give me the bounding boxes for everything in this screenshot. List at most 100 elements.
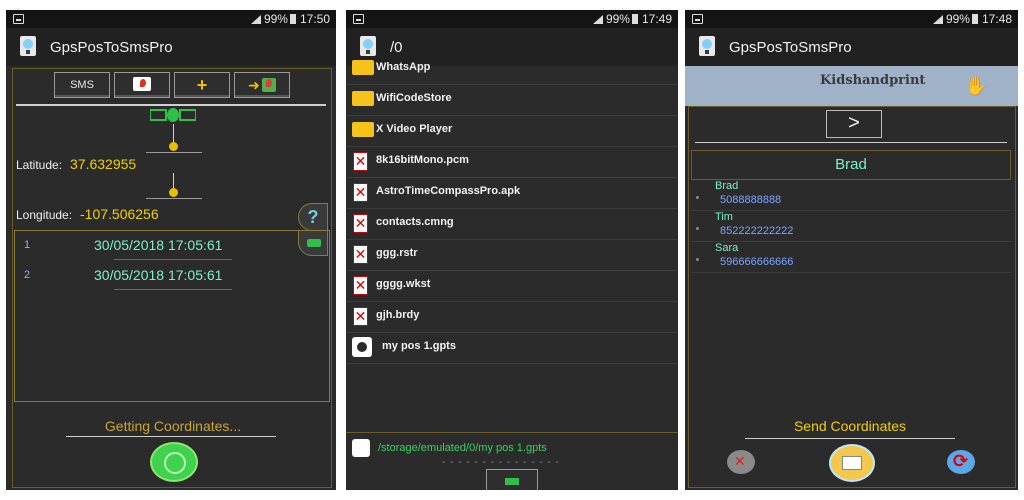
file-row[interactable]: ✕ contacts.cmng	[346, 209, 678, 240]
battery-icon	[631, 14, 638, 24]
bullet	[696, 227, 699, 230]
row-divider	[691, 272, 1011, 273]
contact-name[interactable]: Brad	[715, 180, 738, 192]
send-coordinates-label[interactable]: Send Coordinates	[745, 418, 955, 434]
file-name: my pos 1.gpts	[382, 340, 456, 352]
save-button[interactable]	[486, 469, 538, 490]
bullet	[696, 258, 699, 261]
file-x-icon: ✕	[353, 152, 368, 171]
contact-name[interactable]: Tim	[715, 211, 733, 223]
file-row[interactable]: ✕ AstroTimeCompassPro.apk	[346, 178, 678, 209]
folder-icon	[352, 60, 374, 75]
row-divider	[691, 210, 1011, 211]
file-x-icon: ✕	[353, 307, 368, 326]
save-history-button[interactable]	[298, 230, 328, 256]
file-list: WhatsApp WifiCodeStore X Video Player ✕ 8…	[346, 60, 678, 432]
file-name: gjh.brdy	[376, 309, 420, 321]
row-divider	[691, 241, 1011, 242]
contact-number[interactable]: 5088888888	[720, 194, 781, 206]
status-bar: 99% 17:50	[6, 10, 336, 28]
screen-contacts: 99% 17:48 GpsPosToSmsPro Kidshandprint ✋ …	[685, 10, 1018, 490]
contact-number[interactable]: 852222222222	[720, 225, 793, 237]
screen-file-browser: 99% 17:49 /0 WhatsApp WifiCodeStore X Vid…	[346, 10, 678, 490]
map-pin-icon	[133, 77, 151, 91]
history-time[interactable]: 30/05/2018 17:05:61	[94, 237, 222, 253]
file-row[interactable]: X Video Player	[346, 116, 678, 147]
battery-icon	[289, 14, 296, 24]
file-row[interactable]: ✕ 8k16bitMono.pcm	[346, 147, 678, 178]
app-logo-icon	[699, 36, 715, 56]
selected-path: /storage/emulated/0/my pos 1.gpts	[378, 442, 547, 454]
screen-gps-position: 99% 17:50 GpsPosToSmsPro SMS + ➜ Latitude…	[6, 10, 336, 490]
hand-icon: ✋	[965, 76, 988, 96]
help-button[interactable]: ?	[298, 203, 328, 231]
gps-dot-icon	[169, 142, 178, 151]
latitude-label: Latitude:	[16, 158, 63, 172]
file-x-icon: ✕	[353, 276, 368, 295]
signal-icon	[250, 15, 261, 24]
next-button[interactable]: >	[826, 110, 882, 138]
divider	[146, 198, 202, 199]
file-name: WhatsApp	[376, 61, 431, 73]
app-title: GpsPosToSmsPro	[729, 39, 852, 56]
history-time[interactable]: 30/05/2018 17:05:61	[94, 267, 222, 283]
signal-icon	[592, 15, 603, 24]
file-name: gggg.wkst	[376, 278, 431, 290]
add-button[interactable]: +	[174, 72, 230, 98]
app-logo-icon	[20, 36, 36, 56]
open-maps-button[interactable]: ➜	[234, 72, 290, 98]
file-name: ggg.rstr	[376, 247, 418, 259]
status-underline	[66, 436, 276, 437]
file-name: 8k16bitMono.pcm	[376, 154, 469, 166]
divider	[695, 142, 1007, 143]
save-icon	[307, 239, 321, 247]
screenshot-icon	[692, 14, 703, 24]
gpts-file-icon	[352, 337, 372, 357]
file-row[interactable]: ✕ gjh.brdy	[346, 302, 678, 333]
file-name: X Video Player	[376, 123, 453, 135]
screenshot-icon	[13, 14, 24, 24]
satellite-icon	[150, 108, 196, 122]
gps-dot-icon	[169, 188, 178, 197]
file-row[interactable]: my pos 1.gpts	[346, 333, 678, 364]
app-logo-icon	[360, 36, 376, 56]
contact-name[interactable]: Sara	[715, 242, 738, 254]
banner-text: Kidshandprint	[820, 73, 926, 88]
map-pin-button[interactable]	[114, 72, 170, 98]
history-index: 2	[24, 269, 31, 281]
screenshot-icon	[353, 14, 364, 24]
file-row[interactable]: WifiCodeStore	[346, 85, 678, 116]
file-row[interactable]: WhatsApp	[346, 54, 678, 85]
clock: 17:49	[641, 12, 672, 26]
longitude-label: Longitude:	[16, 208, 73, 222]
history-index: 1	[24, 239, 31, 251]
latitude-value: 37.632955	[70, 156, 137, 172]
file-name: AstroTimeCompassPro.apk	[376, 185, 521, 197]
battery-icon	[971, 14, 978, 24]
gpts-file-icon	[352, 439, 370, 457]
send-mail-button[interactable]	[829, 444, 875, 482]
status-bar: 99% 17:48	[685, 10, 1018, 28]
file-name: contacts.cmng	[376, 216, 454, 228]
battery-percent: 99%	[605, 12, 630, 26]
cancel-button[interactable]	[727, 450, 755, 474]
selected-contact: Brad	[691, 150, 1011, 180]
sms-button[interactable]: SMS	[54, 72, 110, 98]
app-bar: GpsPosToSmsPro	[6, 28, 336, 66]
ad-banner[interactable]: Kidshandprint ✋	[685, 66, 1018, 106]
battery-percent: 99%	[263, 12, 288, 26]
arrow-right-icon: ➜	[248, 77, 260, 93]
divider	[146, 152, 202, 153]
folder-icon	[352, 91, 374, 106]
longitude-value: -107.506256	[80, 206, 159, 222]
status-text: Getting Coordinates...	[104, 418, 242, 434]
bullet	[696, 196, 699, 199]
gps-locate-button[interactable]	[150, 442, 198, 482]
file-row[interactable]: ✕ gggg.wkst	[346, 271, 678, 302]
contact-number[interactable]: 596666666666	[720, 256, 793, 268]
refresh-button[interactable]	[947, 450, 975, 474]
file-x-icon: ✕	[353, 214, 368, 233]
file-x-icon: ✕	[353, 183, 368, 202]
selection-footer: /storage/emulated/0/my pos 1.gpts - - - …	[346, 432, 678, 490]
file-row[interactable]: ✕ ggg.rstr	[346, 240, 678, 271]
